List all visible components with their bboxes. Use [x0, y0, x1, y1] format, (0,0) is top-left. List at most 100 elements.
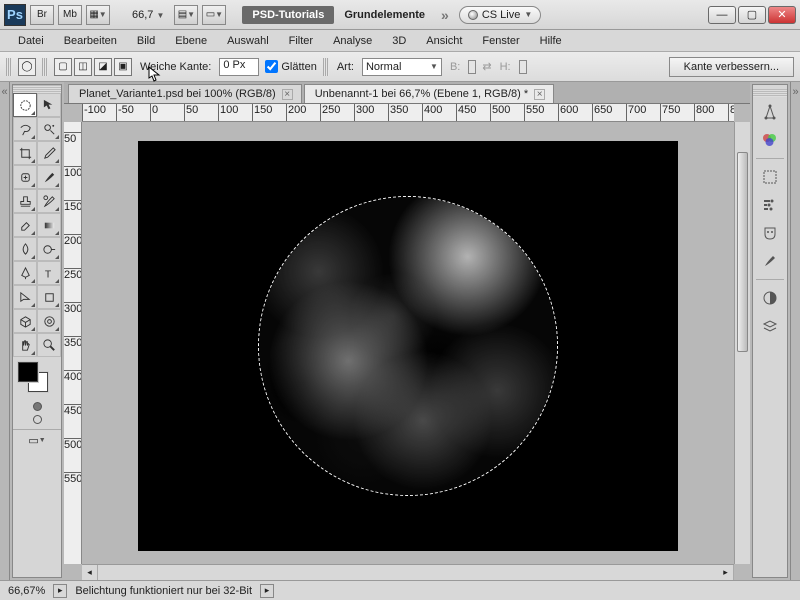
options-sep2: [323, 58, 329, 76]
menu-hilfe[interactable]: Hilfe: [530, 33, 572, 49]
status-play-icon[interactable]: ▸: [53, 584, 67, 598]
left-dock-collapse[interactable]: «: [0, 82, 10, 580]
menu-filter[interactable]: Filter: [279, 33, 323, 49]
workspace-name[interactable]: Grundelemente: [338, 9, 431, 21]
color-swatches[interactable]: [13, 357, 61, 397]
window-minimize-button[interactable]: —: [708, 6, 736, 24]
current-tool-preset[interactable]: ◯: [18, 58, 36, 76]
close-tab-icon[interactable]: ×: [282, 89, 293, 100]
vertical-ruler[interactable]: 50100150200250300350400450500550: [64, 122, 82, 564]
path-select-tool[interactable]: [13, 285, 37, 309]
window-maximize-button[interactable]: ▢: [738, 6, 766, 24]
selection-add[interactable]: ◫: [74, 58, 92, 76]
type-tool[interactable]: T: [37, 261, 61, 285]
screen-mode-tool[interactable]: ▭▼: [13, 429, 61, 451]
color-panel-icon[interactable]: [757, 127, 783, 153]
zoom-tool[interactable]: [37, 333, 61, 357]
masks-panel-icon[interactable]: [757, 220, 783, 246]
selection-subtract[interactable]: ◪: [94, 58, 112, 76]
right-panel-strip: [752, 84, 788, 578]
menu-3d[interactable]: 3D: [382, 33, 416, 49]
shape-tool[interactable]: [37, 285, 61, 309]
feather-input[interactable]: 0 Px: [219, 58, 259, 76]
style-select[interactable]: Normal▼: [362, 58, 442, 76]
feather-label: Weiche Kante:: [138, 61, 213, 73]
3d-camera-tool[interactable]: [37, 309, 61, 333]
scroll-left-button[interactable]: ◂: [82, 565, 98, 580]
blur-tool[interactable]: [13, 237, 37, 261]
horizontal-ruler[interactable]: -100-50050100150200250300350400450500550…: [82, 104, 734, 122]
history-brush-tool[interactable]: [37, 189, 61, 213]
layers-panel-icon[interactable]: [757, 313, 783, 339]
view-extras-button[interactable]: ▦▼: [86, 5, 110, 25]
selection-new[interactable]: ▢: [54, 58, 72, 76]
lasso-tool[interactable]: [13, 117, 37, 141]
scroll-right-button[interactable]: ▸: [718, 565, 734, 580]
arrange-docs-button[interactable]: ▤▼: [174, 5, 198, 25]
menu-datei[interactable]: Datei: [8, 33, 54, 49]
quick-select-tool[interactable]: [37, 117, 61, 141]
screen-mode-button[interactable]: ▭▼: [202, 5, 226, 25]
adjustments2-panel-icon[interactable]: [757, 285, 783, 311]
refine-edge-button[interactable]: Kante verbessern...: [669, 57, 794, 77]
status-menu-icon[interactable]: ▸: [260, 584, 274, 598]
scrollbar-thumb[interactable]: [737, 152, 748, 352]
menu-ebene[interactable]: Ebene: [165, 33, 217, 49]
options-bar: ◯ ▢ ◫ ◪ ▣ Weiche Kante: 0 Px Glätten Art…: [0, 52, 800, 82]
zoom-level-display[interactable]: 66,7 ▼: [126, 9, 170, 21]
crop-tool[interactable]: [13, 141, 37, 165]
cslive-icon: [468, 10, 478, 20]
menu-bearbeiten[interactable]: Bearbeiten: [54, 33, 127, 49]
foreground-color[interactable]: [18, 362, 38, 382]
marquee-tool[interactable]: [13, 93, 37, 117]
stamp-tool[interactable]: [13, 189, 37, 213]
gradient-tool[interactable]: [37, 213, 61, 237]
clouds-texture: [259, 197, 557, 495]
selection-intersect[interactable]: ▣: [114, 58, 132, 76]
canvas-viewport[interactable]: [82, 122, 734, 564]
close-tab-icon[interactable]: ×: [534, 89, 545, 100]
eraser-tool[interactable]: [13, 213, 37, 237]
swatches-panel-icon[interactable]: [757, 164, 783, 190]
tools-grip[interactable]: [13, 85, 61, 93]
menu-ansicht[interactable]: Ansicht: [416, 33, 472, 49]
psd-tutorials-badge[interactable]: PSD-Tutorials: [242, 6, 334, 24]
options-grip[interactable]: [6, 58, 12, 76]
width-input: [468, 60, 476, 74]
canvas[interactable]: [138, 141, 678, 551]
quick-mask-toggle[interactable]: [13, 397, 61, 429]
elliptical-selection[interactable]: [258, 196, 558, 496]
menu-auswahl[interactable]: Auswahl: [217, 33, 279, 49]
hand-tool[interactable]: [13, 333, 37, 357]
pen-tool[interactable]: [13, 261, 37, 285]
3d-tool[interactable]: [13, 309, 37, 333]
eyedropper-tool[interactable]: [37, 141, 61, 165]
adjustments-panel-icon[interactable]: [757, 99, 783, 125]
height-input: [519, 60, 527, 74]
bridge-button[interactable]: Br: [30, 5, 54, 25]
panel-grip[interactable]: [753, 89, 787, 97]
swap-wh-icon: ⇄: [482, 60, 491, 73]
status-zoom[interactable]: 66,67%: [8, 585, 45, 597]
document-area: Planet_Variante1.psd bei 100% (RGB/8)× U…: [64, 82, 750, 580]
cslive-button[interactable]: CS Live▼: [459, 6, 541, 24]
minibridge-button[interactable]: Mb: [58, 5, 82, 25]
menu-fenster[interactable]: Fenster: [472, 33, 529, 49]
brush-tool[interactable]: [37, 165, 61, 189]
vertical-scrollbar[interactable]: [734, 122, 750, 564]
styles-panel-icon[interactable]: [757, 192, 783, 218]
document-tab[interactable]: Unbenannt-1 bei 66,7% (Ebene 1, RGB/8) *…: [304, 84, 554, 103]
workspace-more-icon[interactable]: »: [435, 7, 455, 23]
healing-tool[interactable]: [13, 165, 37, 189]
menu-analyse[interactable]: Analyse: [323, 33, 382, 49]
dodge-tool[interactable]: [37, 237, 61, 261]
brushes-panel-icon[interactable]: [757, 248, 783, 274]
document-tab[interactable]: Planet_Variante1.psd bei 100% (RGB/8)×: [68, 84, 302, 103]
menu-bild[interactable]: Bild: [127, 33, 165, 49]
right-dock-collapse[interactable]: »: [790, 82, 800, 580]
antialias-checkbox[interactable]: Glätten: [265, 60, 316, 73]
options-sep: [42, 58, 48, 76]
window-close-button[interactable]: ✕: [768, 6, 796, 24]
move-tool[interactable]: [37, 93, 61, 117]
workspace: « T: [0, 82, 800, 580]
